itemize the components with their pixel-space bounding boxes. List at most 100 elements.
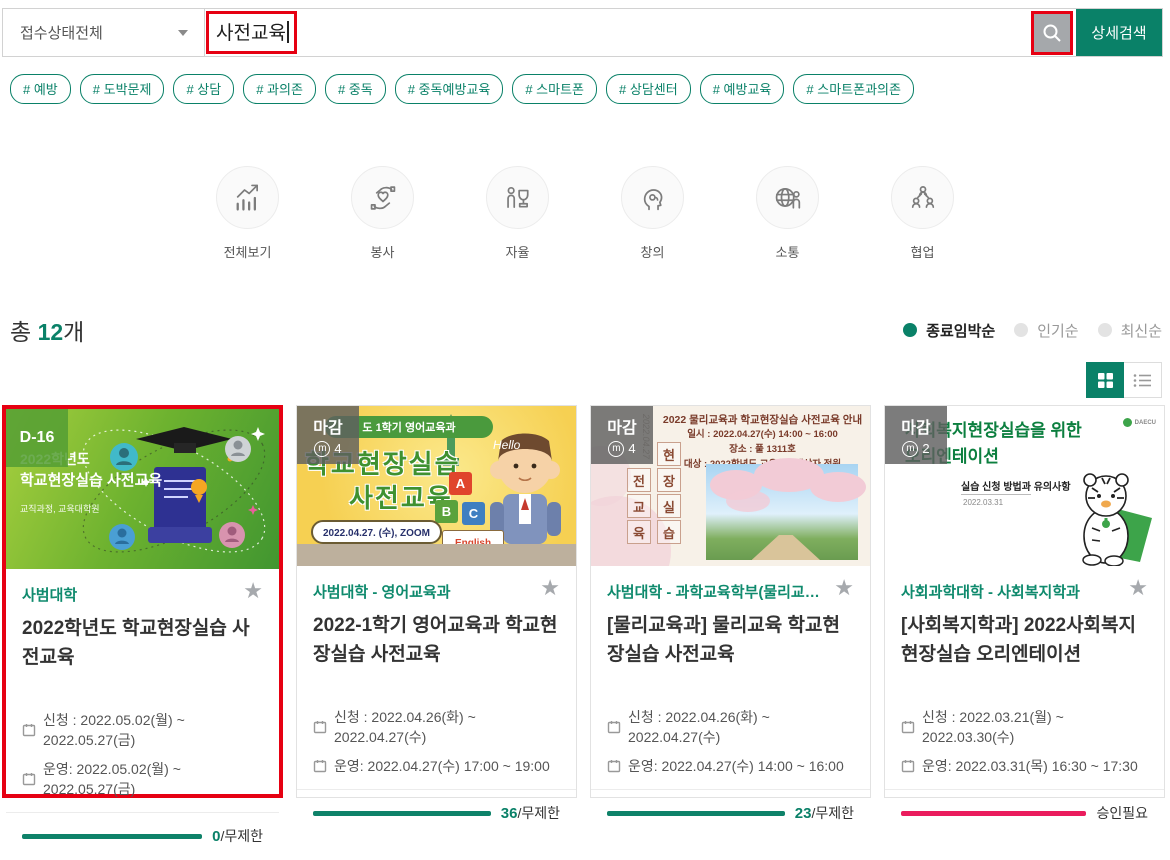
radio-dot-icon xyxy=(903,323,917,337)
thumb-text: Hello xyxy=(493,438,520,452)
divider xyxy=(961,494,1031,495)
program-card[interactable]: 도 1학기 영어교육과 학교현장실습 사전교육 Hello A B C Engl… xyxy=(296,405,577,798)
progress-bar xyxy=(901,811,1086,816)
tag-chip[interactable]: # 중독예방교육 xyxy=(395,74,504,104)
sort-option-newest[interactable]: 최신순 xyxy=(1098,320,1162,341)
tag-chip[interactable]: # 스마트폰 xyxy=(512,74,597,104)
vertical-letters-left: 전 교 육 xyxy=(627,468,651,544)
card-category: 사범대학 - 과학교육학부(물리교… xyxy=(607,581,820,602)
closed-badge: 마감 m2 xyxy=(885,406,947,464)
apply-period: 신청 : 2022.04.26(화) ~ 2022.04.27(수) xyxy=(334,707,560,747)
tag-chip[interactable]: # 상담센터 xyxy=(606,74,691,104)
progress-section: 23/무제한 xyxy=(591,789,870,837)
calendar-icon xyxy=(313,720,327,734)
list-view-button[interactable] xyxy=(1124,362,1162,398)
calendar-icon xyxy=(901,720,915,734)
calendar-icon xyxy=(22,772,36,786)
category-item-volunteer[interactable]: 봉사 xyxy=(351,166,414,261)
category-item-autonomy[interactable]: 자율 xyxy=(486,166,549,261)
progress-bar xyxy=(22,834,202,839)
category-item-collaboration[interactable]: 협업 xyxy=(891,166,954,261)
progress-bar xyxy=(313,811,491,816)
status-filter-dropdown[interactable]: 접수상태전체 xyxy=(3,9,205,56)
progress-section: 0/무제한 xyxy=(6,812,279,860)
logo-icon xyxy=(1123,418,1132,427)
search-icon xyxy=(1042,23,1062,43)
card-thumbnail: 사회복지현장실습을 위한 오리엔테이션 DAECU 실습 신청 방법과 유의사항… xyxy=(885,406,1164,566)
sort-option-popularity[interactable]: 인기순 xyxy=(1014,320,1078,341)
abc-block: A xyxy=(449,472,472,495)
program-card[interactable]: 2022학년도 학교현장실습 사전교육 교직과정, 교육대학원 D-16 사범대… xyxy=(2,405,283,798)
operate-period: 운영: 2022.03.31(목) 16:30 ~ 17:30 xyxy=(922,756,1138,776)
search-query-text: 사전교육 xyxy=(216,18,286,45)
results-header: 총 12개 종료임박순 인기순 최신순 xyxy=(10,313,1162,347)
category-item-communication[interactable]: 소통 xyxy=(756,166,819,261)
text-cursor xyxy=(287,21,289,43)
progress-section: 36/무제한 xyxy=(297,789,576,837)
applicant-count: 23 xyxy=(795,805,812,822)
chart-growth-icon xyxy=(232,182,264,214)
favorite-star-icon[interactable]: ★ xyxy=(540,577,560,599)
apply-period: 신청 : 2022.03.21(월) ~ 2022.03.30(수) xyxy=(922,707,1148,747)
closed-badge: 마감 m4 xyxy=(297,406,359,464)
search-input[interactable]: 사전교육 xyxy=(205,9,1031,56)
operate-period: 운영: 2022.04.27(수) 14:00 ~ 16:00 xyxy=(628,756,844,776)
applicant-count: 0 xyxy=(212,828,220,845)
chevron-down-icon xyxy=(178,30,188,36)
progress-section: 승인필요 xyxy=(885,789,1164,837)
status-filter-label: 접수상태전체 xyxy=(20,22,103,43)
desk-strip xyxy=(297,544,576,566)
category-label: 창의 xyxy=(641,242,665,261)
favorite-star-icon[interactable]: ★ xyxy=(834,577,854,599)
sort-option-deadline[interactable]: 종료임박순 xyxy=(903,320,995,341)
radio-dot-icon xyxy=(1014,323,1028,337)
card-title[interactable]: [사회복지학과] 2022사회복지현장실습 오리엔테이션 xyxy=(901,612,1148,698)
favorite-star-icon[interactable]: ★ xyxy=(243,580,263,602)
tag-chip[interactable]: # 스마트폰과의존 xyxy=(793,74,914,104)
category-item-creativity[interactable]: 창의 xyxy=(621,166,684,261)
tag-chip[interactable]: # 예방교육 xyxy=(700,74,785,104)
mileage-indicator: m2 xyxy=(902,441,929,457)
calendar-icon xyxy=(901,759,915,773)
program-card-grid: 2022학년도 학교현장실습 사전교육 교직과정, 교육대학원 D-16 사범대… xyxy=(2,405,1165,798)
dday-badge: D-16 xyxy=(6,409,68,467)
abc-block: C xyxy=(462,502,485,525)
tag-chip[interactable]: # 중독 xyxy=(325,74,386,104)
view-toggle xyxy=(1086,362,1162,398)
tag-chip[interactable]: # 상담 xyxy=(173,74,234,104)
category-label: 협업 xyxy=(911,242,935,261)
advanced-search-button[interactable]: 상세검색 xyxy=(1076,9,1162,56)
card-category: 사범대학 - 영어교육과 xyxy=(313,581,451,602)
category-label: 전체보기 xyxy=(224,242,272,261)
approval-required-label: 승인필요 xyxy=(1096,805,1148,821)
apply-period: 신청 : 2022.05.02(월) ~ 2022.05.27(금) xyxy=(43,710,263,750)
program-card[interactable]: 2022 물리교육과 학교현장실습 사전교육 안내 일시 : 2022.04.2… xyxy=(590,405,871,798)
program-card[interactable]: 사회복지현장실습을 위한 오리엔테이션 DAECU 실습 신청 방법과 유의사항… xyxy=(884,405,1165,798)
favorite-star-icon[interactable]: ★ xyxy=(1128,577,1148,599)
globe-person-icon xyxy=(772,182,804,214)
calendar-icon xyxy=(22,723,36,737)
card-title[interactable]: 2022학년도 학교현장실습 사전교육 xyxy=(22,615,263,701)
closed-badge: 마감 m4 xyxy=(591,406,653,464)
category-item-all[interactable]: 전체보기 xyxy=(216,166,279,261)
card-thumbnail: 2022학년도 학교현장실습 사전교육 교직과정, 교육대학원 D-16 xyxy=(6,409,279,569)
university-logo: DAECU xyxy=(1123,418,1156,427)
cherry-blossom-photo xyxy=(706,464,858,560)
query-highlight-box: 사전교육 xyxy=(206,11,297,54)
mileage-icon: m xyxy=(314,441,330,457)
tag-chip[interactable]: # 과의존 xyxy=(243,74,316,104)
search-button[interactable] xyxy=(1031,11,1073,55)
category-label: 소통 xyxy=(776,242,800,261)
card-title[interactable]: [물리교육과] 물리교육 학교현장실습 사전교육 xyxy=(607,612,854,698)
category-label: 봉사 xyxy=(371,242,395,261)
calendar-icon xyxy=(607,720,621,734)
grid-view-button[interactable] xyxy=(1086,362,1124,398)
card-category: 사범대학 xyxy=(22,584,77,605)
results-count-number: 12 xyxy=(38,319,64,345)
tag-chip[interactable]: # 도박문제 xyxy=(80,74,165,104)
apply-period: 신청 : 2022.04.26(화) ~ 2022.04.27(수) xyxy=(628,707,854,747)
card-title[interactable]: 2022-1학기 영어교육과 학교현장실습 사전교육 xyxy=(313,612,560,698)
creative-head-icon xyxy=(637,182,669,214)
tag-chip[interactable]: # 예방 xyxy=(10,74,71,104)
search-bar: 접수상태전체 사전교육 상세검색 xyxy=(2,8,1163,57)
